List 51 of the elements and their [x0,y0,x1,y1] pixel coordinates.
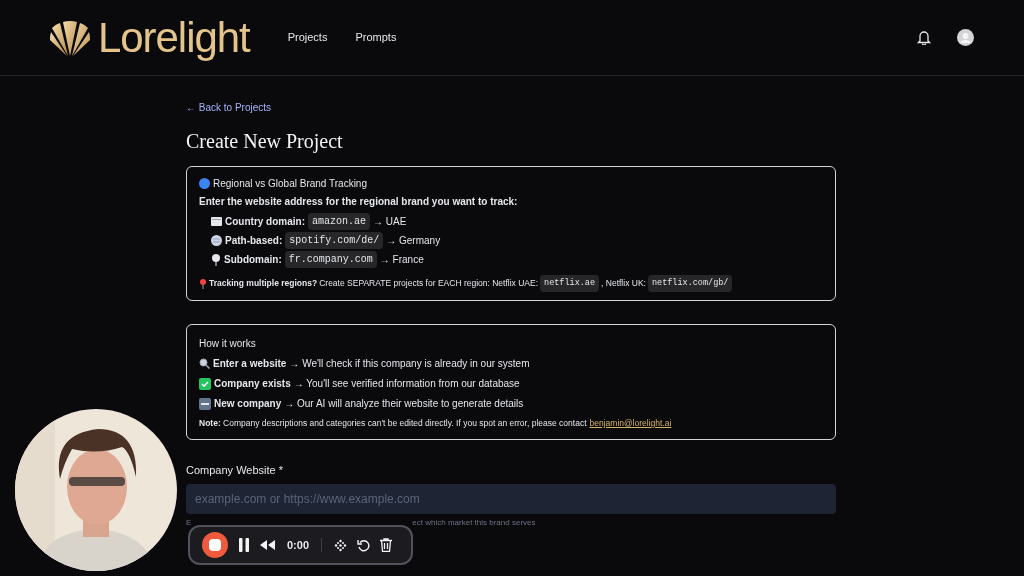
step-label: Company exists [214,377,291,390]
website-input[interactable]: example.com or https://www.example.com [186,484,836,514]
tip-label: Tracking multiple regions? [209,277,318,290]
rewind-icon[interactable] [260,540,275,550]
inline-code: netflix.com/gb/ [647,275,733,292]
inline-code: fr.company.com [284,251,377,268]
flag-icon [211,217,222,226]
globe-icon [211,235,222,246]
back-link[interactable]: ← Back to Projects [186,100,272,115]
inline-code: spotify.com/de/ [285,232,384,249]
bell-icon[interactable] [917,30,931,45]
tip-text: , Netflix UK: [601,277,646,290]
timer-text: 0:00 [286,537,311,553]
hint-text: ect which market this brand serves [412,517,536,529]
example-label: Subdomain: [224,253,282,266]
step-text: → You'll see verified information from our database [293,377,520,390]
pin-icon [211,253,221,266]
example-label: Path-based: [225,234,283,247]
nav-link[interactable]: Projects [287,29,328,46]
globe-icon [199,178,210,189]
magnifier-icon [199,358,210,369]
email-link[interactable]: benjamin@lorelight.ai [589,417,672,430]
dot-grid-icon[interactable] [334,538,348,552]
note-text: Note: Company descriptions and categories can't be edited directly. If you spot an error, please contact [199,417,587,430]
avatar-icon[interactable] [957,29,974,46]
example-result: → Germany [386,234,441,247]
step-text: → We'll check if this company is already in our system [289,357,530,370]
step-label: Enter a website [213,357,287,370]
example-label: Country domain: [225,215,305,228]
brand-name: Lorelight [98,16,250,59]
inline-code: netflix.ae [540,275,600,292]
instruction-text: Enter the website address for the regional brand you want to track: [199,195,519,208]
inline-code: amazon.ae [308,213,370,230]
example-result: → France [379,253,424,266]
stop-button[interactable] [202,532,228,558]
field-label: Company Website * [186,463,284,477]
pause-icon[interactable] [238,538,250,552]
tip-text: Create SEPARATE projects for EACH region: Netflix UAE: [319,277,539,290]
page-title: Create New Project [186,129,344,153]
pushpin-icon [199,278,207,289]
new-badge-icon [199,397,211,410]
card-heading: How it works [199,337,257,350]
card-heading: Regional vs Global Brand Tracking [213,177,367,190]
step-label: New company [214,397,282,410]
hint-text: E [186,517,192,529]
check-icon [199,377,211,390]
restart-icon[interactable] [357,538,371,552]
nav-link[interactable]: Prompts [355,29,397,46]
trash-icon[interactable] [380,538,393,552]
example-result: → UAE [373,215,407,228]
step-text: → Our AI will analyze their website to generate details [284,397,524,410]
